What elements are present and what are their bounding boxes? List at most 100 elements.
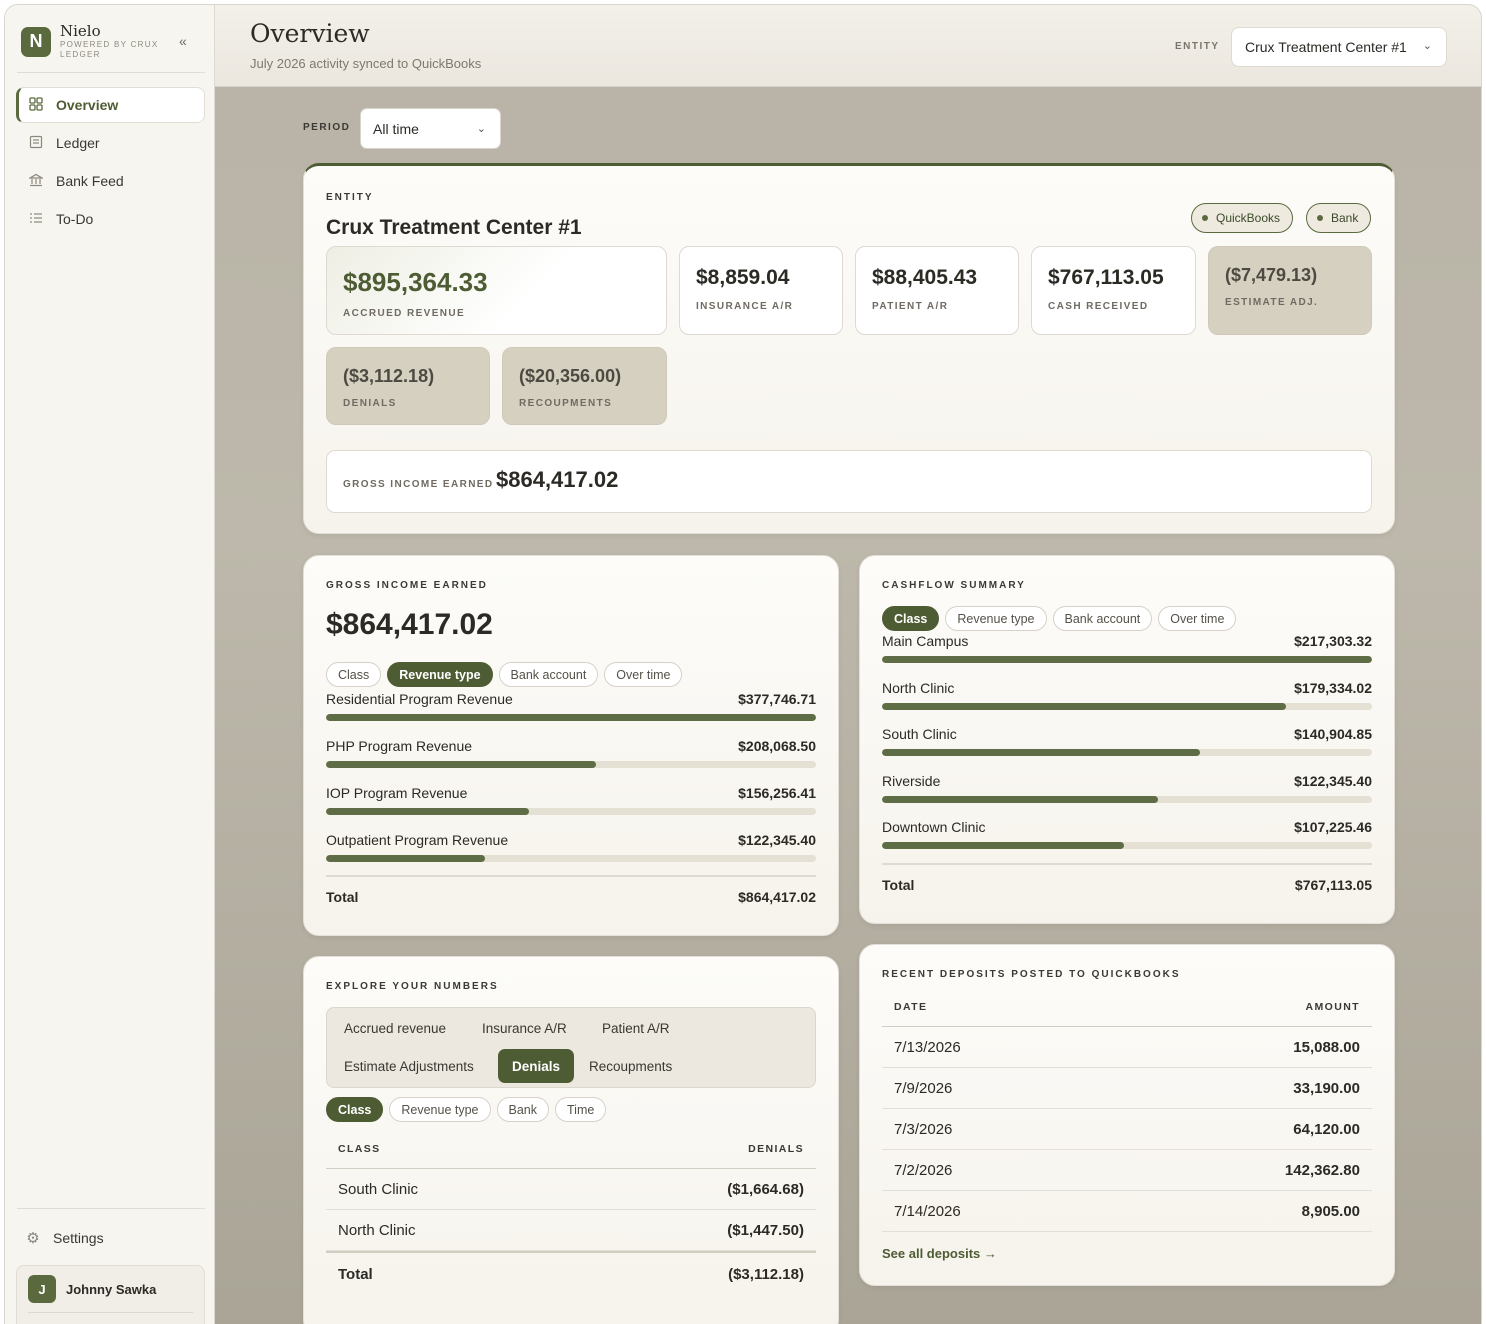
breakdown-row[interactable]: IOP Program Revenue $156,256.41 [326, 785, 816, 825]
table-row[interactable]: 7/14/2026 8,905.00 [882, 1191, 1372, 1232]
sidebar-item-ledger[interactable]: Ledger [16, 125, 205, 161]
table-row[interactable]: North Clinic ($1,447.50) [326, 1210, 816, 1251]
table-row[interactable]: 7/2/2026 142,362.80 [882, 1150, 1372, 1191]
tab-bank-account[interactable]: Bank account [498, 662, 599, 687]
entity-select-value: Crux Treatment Center #1 [1245, 39, 1407, 55]
brand-logo: N [21, 26, 51, 57]
cashflow-tabs: Class Revenue type Bank account Over tim… [882, 606, 1242, 631]
metric-value: ($3,112.18) [343, 366, 435, 386]
recent-deposits-card: RECENT DEPOSITS POSTED TO QUICKBOOKS DAT… [859, 944, 1395, 1286]
table-row[interactable]: 7/3/2026 64,120.00 [882, 1109, 1372, 1150]
gross-income-eyebrow: GROSS INCOME EARNED [326, 580, 488, 591]
page-header: Overview July 2026 activity synced to Qu… [215, 5, 1481, 87]
tab-bank[interactable]: Bank [496, 1097, 549, 1122]
sidebar-item-bank-feed[interactable]: Bank Feed [16, 163, 205, 199]
total-label: Total [882, 877, 915, 893]
metric-option-insurance-ar[interactable]: Insurance A/R [468, 1011, 581, 1045]
tab-over-time[interactable]: Over time [1158, 606, 1237, 631]
metric-accrued-revenue[interactable]: $895,364.33 ACCRUED REVENUE [326, 246, 667, 335]
sidebar-nav: Overview Ledger Bank Feed To-Do [16, 87, 205, 239]
breakdown-row[interactable]: Residential Program Revenue $377,746.71 [326, 691, 816, 731]
tab-class[interactable]: Class [326, 1097, 384, 1122]
settings-label: Settings [53, 1230, 104, 1246]
tab-bank-account[interactable]: Bank account [1052, 606, 1153, 631]
brand-name: Nielo [60, 22, 101, 40]
metric-option-patient-ar[interactable]: Patient A/R [588, 1011, 684, 1045]
explore-numbers-card: EXPLORE YOUR NUMBERS Accrued revenue Ins… [303, 956, 839, 1324]
see-all-deposits-link[interactable]: See all deposits → [882, 1246, 997, 1261]
breakdown-row[interactable]: Riverside $122,345.40 [882, 773, 1372, 813]
breakdown-row[interactable]: Downtown Clinic $107,225.46 [882, 819, 1372, 859]
tab-time[interactable]: Time [555, 1097, 607, 1122]
tab-revenue-type[interactable]: Revenue type [387, 662, 493, 687]
metric-cash-received[interactable]: $767,113.05 CASH RECEIVED [1031, 246, 1196, 335]
metric-option-accrued-revenue[interactable]: Accrued revenue [330, 1011, 460, 1045]
entity-select[interactable]: Crux Treatment Center #1 ⌄ [1231, 27, 1447, 67]
tab-over-time[interactable]: Over time [604, 662, 683, 687]
settings-link[interactable]: ⚙ Settings [25, 1229, 104, 1247]
entity-eyebrow: ENTITY [326, 192, 374, 203]
bar-fill [882, 795, 1158, 803]
metric-label: DENIALS [343, 398, 397, 409]
brand: N Nielo POWERED BY CRUX LEDGER [21, 23, 160, 60]
metric-recoupments[interactable]: ($20,356.00) RECOUPMENTS [502, 347, 667, 425]
sidebar: N Nielo POWERED BY CRUX LEDGER « Overvie… [5, 5, 215, 1324]
row-amount: $122,345.40 [1294, 772, 1372, 789]
breakdown-row[interactable]: Outpatient Program Revenue $122,345.40 [326, 832, 816, 872]
main-content: Overview July 2026 activity synced to Qu… [215, 5, 1481, 1324]
collapse-sidebar-icon[interactable]: « [179, 33, 187, 49]
status-dot-icon [1317, 215, 1323, 221]
metric-value: $767,113.05 [1048, 266, 1164, 289]
row-name: Residential Program Revenue [326, 691, 513, 707]
tab-class[interactable]: Class [326, 662, 382, 687]
quickbooks-badge[interactable]: QuickBooks [1191, 203, 1294, 233]
metric-denials[interactable]: ($3,112.18) DENIALS [326, 347, 490, 425]
sidebar-item-overview[interactable]: Overview [16, 87, 205, 123]
list-icon [28, 211, 44, 228]
metric-option-denials[interactable]: Denials [498, 1049, 575, 1083]
metric-estimate-adj[interactable]: ($7,479.13) ESTIMATE ADJ. [1208, 246, 1372, 335]
table-row[interactable]: 7/9/2026 33,190.00 [882, 1068, 1372, 1109]
metric-selector: Accrued revenue Insurance A/R Patient A/… [326, 1007, 816, 1088]
metric-value: $895,364.33 [343, 267, 488, 297]
period-select[interactable]: All time ⌄ [360, 108, 501, 149]
gross-income-value: $864,417.02 [496, 467, 619, 492]
table-row[interactable]: 7/13/2026 15,088.00 [882, 1027, 1372, 1068]
tab-revenue-type[interactable]: Revenue type [945, 606, 1047, 631]
sidebar-item-label: Ledger [56, 135, 100, 151]
bank-badge[interactable]: Bank [1306, 203, 1372, 233]
row-name: North Clinic [882, 679, 955, 696]
deposit-date: 7/2/2026 [894, 1162, 953, 1179]
period-select-value: All time [373, 120, 419, 137]
tab-class[interactable]: Class [882, 606, 940, 631]
metric-value: ($20,356.00) [519, 366, 622, 386]
bar-track [882, 702, 1372, 710]
tab-revenue-type[interactable]: Revenue type [389, 1097, 491, 1122]
user-card[interactable]: J Johnny Sawka [16, 1265, 205, 1324]
metric-insurance-ar[interactable]: $8,859.04 INSURANCE A/R [679, 246, 843, 335]
chevron-down-icon: ⌄ [476, 123, 486, 135]
metric-option-recoupments[interactable]: Recoupments [575, 1049, 686, 1083]
divider [17, 1208, 205, 1209]
app-window: N Nielo POWERED BY CRUX LEDGER « Overvie… [4, 4, 1482, 1324]
breakdown-row[interactable]: North Clinic $179,334.02 [882, 680, 1372, 720]
deposit-amount: 15,088.00 [1293, 1039, 1360, 1056]
metric-patient-ar[interactable]: $88,405.43 PATIENT A/R [855, 246, 1019, 335]
gross-income-total: $864,417.02 [326, 608, 493, 641]
bar-fill [882, 749, 1200, 756]
sidebar-item-label: Overview [56, 97, 119, 113]
breakdown-row[interactable]: Main Campus $217,303.32 [882, 633, 1372, 673]
sidebar-item-to-do[interactable]: To-Do [16, 201, 205, 237]
metric-option-estimate-adjustments[interactable]: Estimate Adjustments [330, 1049, 488, 1083]
row-name: Riverside [882, 772, 941, 789]
sidebar-item-label: To-Do [56, 211, 94, 227]
ledger-icon [28, 135, 44, 152]
bar-track [326, 808, 816, 815]
breakdown-row[interactable]: South Clinic $140,904.85 [882, 726, 1372, 766]
column-header-amount: AMOUNT [1305, 1001, 1360, 1013]
table-row[interactable]: South Clinic ($1,664.68) [326, 1169, 816, 1210]
breakdown-row[interactable]: PHP Program Revenue $208,068.50 [326, 738, 816, 778]
gross-income-total-row: Total $864,417.02 [326, 875, 816, 905]
sidebar-item-label: Bank Feed [56, 173, 124, 189]
gear-icon: ⚙ [26, 1230, 40, 1247]
